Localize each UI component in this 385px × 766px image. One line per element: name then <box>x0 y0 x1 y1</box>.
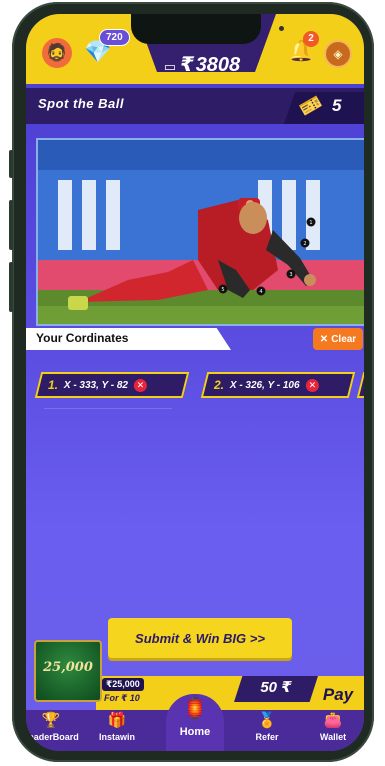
marker-3: 3 <box>289 272 292 278</box>
ticket-count: 5 <box>332 96 342 115</box>
currency-symbol: ₹ <box>180 54 195 76</box>
marker-5: 5 <box>221 287 224 293</box>
coin-icon[interactable]: ◈ <box>324 40 352 68</box>
nav-home[interactable]: 🏮 Home <box>164 698 226 738</box>
game-image[interactable]: 1 2 3 4 5 <box>36 138 364 326</box>
nav-label: Wallet <box>319 732 347 742</box>
medal-icon: 🏅 <box>257 712 277 729</box>
home-icon: 🏮 <box>182 698 208 720</box>
nav-label: Refer <box>255 732 279 742</box>
clear-label: Clear <box>331 333 357 345</box>
marker-4: 4 <box>259 289 262 295</box>
chip-number: 2. <box>214 378 225 392</box>
gift-icon: 🎁 <box>107 712 127 729</box>
pay-amount: 50 ₹ <box>260 679 292 696</box>
phone-notch <box>131 14 284 44</box>
clear-button[interactable]: ✕ Clear <box>313 328 363 350</box>
close-icon: ✕ <box>319 333 329 345</box>
trophy-icon: 🏆 <box>41 712 61 729</box>
nav-instawin[interactable]: 🎁 Instawin <box>86 712 148 742</box>
marker-1: 1 <box>309 220 312 226</box>
wallet-icon: ▭ <box>163 59 177 74</box>
prize-amount: ₹25,000 <box>102 678 144 691</box>
coordinate-chip-3-partial[interactable] <box>356 372 364 398</box>
jackpot-amount: 25,000 <box>43 660 93 675</box>
phone-side-button <box>9 150 13 178</box>
nav-label: Instawin <box>98 732 135 742</box>
remove-icon[interactable]: ✕ <box>305 378 319 392</box>
coordinate-chip-1[interactable]: 1. X - 333, Y - 82 ✕ <box>34 372 190 398</box>
app-screen: 🧔 💎 720 ▭₹ 3808 🔔 2 ◈ Spot the Ball 🎫 5 <box>26 14 364 751</box>
wallet-balance[interactable]: ▭ ₹ 3808 <box>152 52 252 77</box>
remove-icon[interactable]: ✕ <box>134 378 148 392</box>
coordinate-chip-2[interactable]: 2. X - 326, Y - 106 ✕ <box>200 372 356 398</box>
nav-leaderboard[interactable]: 🏆 LeaderBoard <box>26 712 82 742</box>
nav-refer[interactable]: 🏅 Refer <box>236 712 298 742</box>
nav-label: Home <box>179 726 211 738</box>
chip-text: X - 333, Y - 82 <box>64 379 129 391</box>
cricket-photo: 1 2 3 4 5 <box>38 140 364 324</box>
phone-side-button <box>9 200 13 250</box>
nav-wallet[interactable]: 👛 Wallet <box>302 712 364 742</box>
divider <box>44 408 172 409</box>
nav-label: LeaderBoard <box>26 732 79 742</box>
chip-number: 1. <box>48 378 59 392</box>
marker-2: 2 <box>303 241 306 247</box>
coordinates-label: Your Cordinates <box>36 331 129 345</box>
submit-button[interactable]: Submit & Win BIG >> <box>108 618 292 658</box>
pay-button[interactable]: Pay <box>314 682 362 708</box>
wallet-amount: 3808 <box>195 54 241 76</box>
gems-count-badge: 720 <box>99 29 130 46</box>
chip-text: X - 326, Y - 106 <box>230 379 300 391</box>
notification-badge: 2 <box>303 31 319 47</box>
prize-entry-fee: For ₹ 10 <box>104 693 140 703</box>
avatar[interactable]: 🧔 <box>42 38 72 68</box>
game-title: Spot the Ball <box>38 96 124 111</box>
wallet-icon: 👛 <box>323 712 343 729</box>
phone-side-button <box>9 262 13 312</box>
